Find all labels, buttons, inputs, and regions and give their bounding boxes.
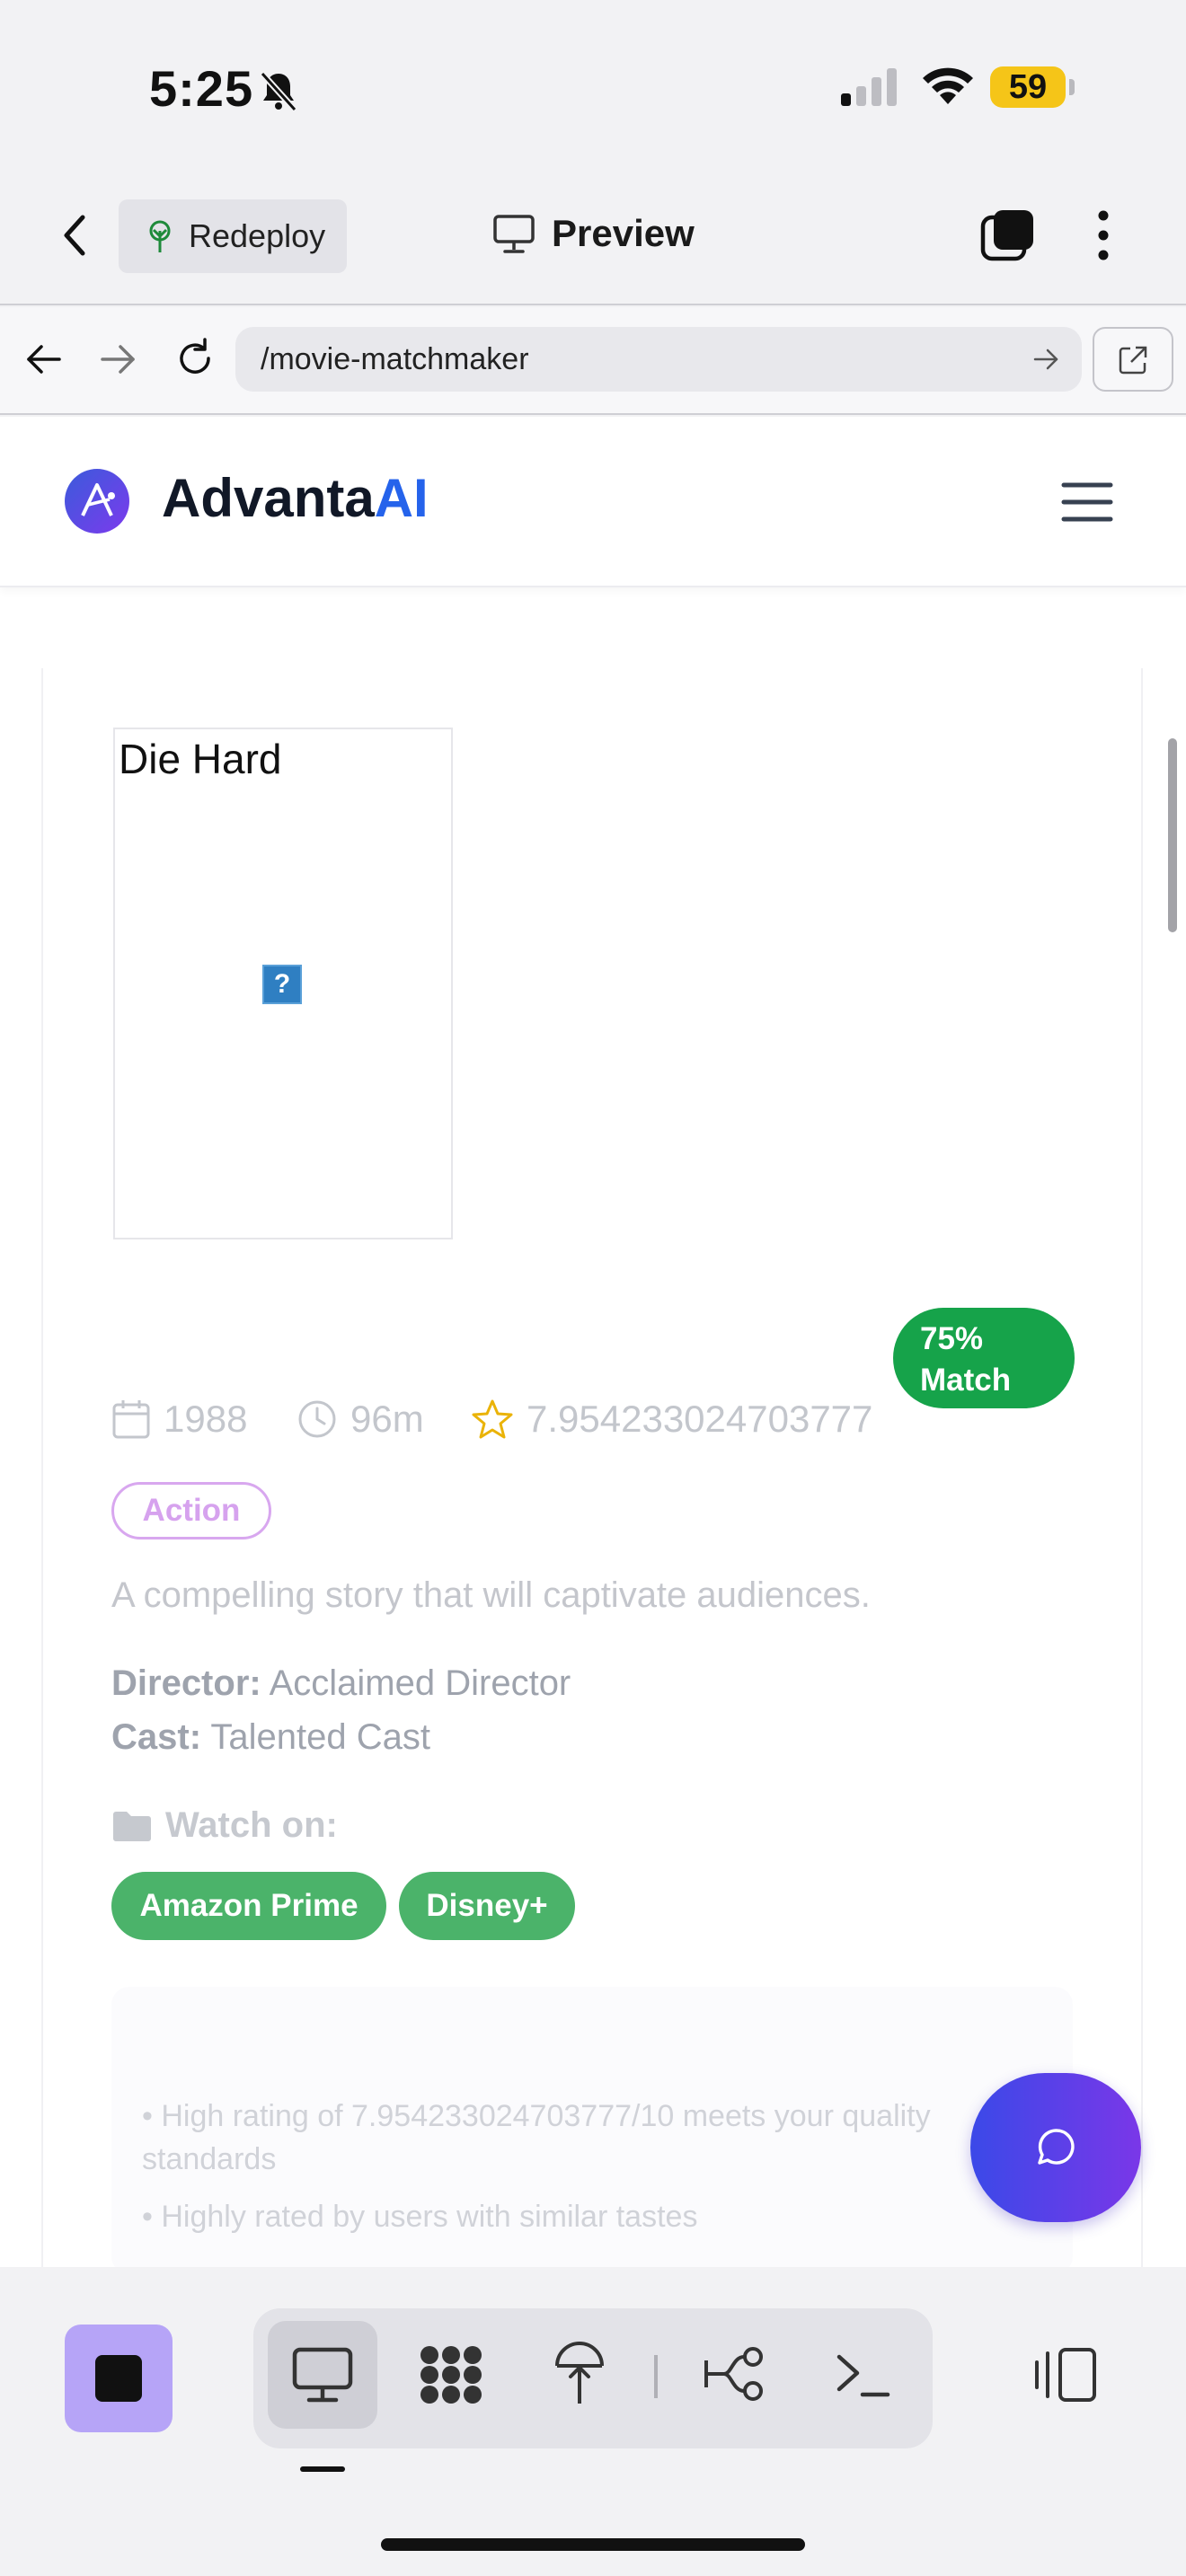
movie-year: 1988 [164, 1398, 248, 1440]
status-time: 5:25 [149, 60, 254, 117]
movie-rating: 7.954233024703777 [527, 1398, 873, 1440]
platform-badge-amazon[interactable]: Amazon Prime [111, 1872, 386, 1940]
redeploy-button[interactable]: Redeploy [119, 199, 347, 273]
go-arrow-icon[interactable] [1031, 345, 1062, 374]
reason-item: • High rating of 7.954233024703777/10 me… [142, 2099, 931, 2176]
url-field[interactable]: /movie-matchmaker [235, 327, 1082, 392]
star-icon [472, 1399, 513, 1439]
monitor-icon [493, 215, 535, 253]
movie-description: A compelling story that will captivate a… [111, 1575, 871, 1615]
preview-title: Preview [552, 212, 695, 254]
page-scrollbar[interactable] [1168, 738, 1177, 932]
chat-button[interactable] [970, 2073, 1141, 2222]
branch-icon[interactable] [703, 2344, 767, 2404]
watch-label: Watch on: [165, 1805, 338, 1845]
reload-icon[interactable] [173, 336, 217, 381]
brand-accent: AI [374, 468, 429, 528]
back-chevron-icon[interactable] [58, 212, 93, 259]
watch-on: Watch on: [111, 1805, 338, 1846]
poster-alt-text: Die Hard [119, 736, 282, 782]
brand-name[interactable]: AdvantaAI [162, 467, 429, 529]
runtime-meta: 96m [296, 1398, 424, 1441]
director-line: Director: Acclaimed Director [111, 1663, 571, 1704]
reason-item: • Highly rated by users with similar tas… [142, 2200, 698, 2234]
wifi-icon [923, 67, 973, 104]
web-page: AdvantaAI Die Hard ? 75% Match 1988 96m … [0, 417, 1186, 2267]
brand-main: Advanta [162, 468, 375, 528]
cast-label: Cast: [111, 1717, 202, 1757]
battery-indicator: 59 [990, 66, 1075, 108]
active-tool-indicator [300, 2466, 345, 2472]
year-meta: 1988 [111, 1398, 247, 1441]
cell-signal-icon [841, 68, 897, 106]
rating-meta: 7.954233024703777 [471, 1398, 872, 1441]
tabs-icon[interactable] [979, 207, 1037, 264]
apps-icon[interactable] [417, 2342, 485, 2407]
broken-image-icon: ? [262, 965, 302, 1004]
tree-icon [149, 220, 171, 252]
movie-runtime: 96m [350, 1398, 424, 1440]
stop-icon [95, 2355, 142, 2402]
desktop-icon [292, 2347, 353, 2403]
match-badge: 75% Match [893, 1308, 1075, 1408]
split-view-icon[interactable] [1033, 2344, 1098, 2405]
logo-mark-icon [81, 483, 115, 516]
redeploy-label: Redeploy [189, 217, 326, 254]
deploy-icon[interactable] [552, 2339, 607, 2407]
cast-line: Cast: Talented Cast [111, 1717, 430, 1758]
director-value: Acclaimed Director [269, 1663, 571, 1703]
brand-logo[interactable] [65, 469, 129, 534]
platform-badge-disney[interactable]: Disney+ [399, 1872, 575, 1940]
chat-icon [1038, 2129, 1075, 2165]
terminal-icon[interactable] [834, 2348, 891, 2402]
menu-icon[interactable] [1060, 480, 1114, 525]
folder-icon [113, 1811, 151, 1841]
mute-bell-icon [260, 71, 297, 112]
director-label: Director: [111, 1663, 261, 1703]
tool-divider [654, 2355, 658, 2398]
calendar-icon [112, 1400, 150, 1439]
home-indicator [381, 2538, 805, 2551]
clock-icon [298, 1400, 336, 1438]
arrow-right-icon[interactable] [99, 341, 138, 377]
external-link-icon [1119, 346, 1147, 375]
genre-tag: Action [111, 1482, 271, 1539]
arrow-left-icon[interactable] [23, 341, 63, 377]
more-vertical-icon[interactable] [1089, 207, 1118, 264]
cast-value: Talented Cast [210, 1717, 431, 1757]
